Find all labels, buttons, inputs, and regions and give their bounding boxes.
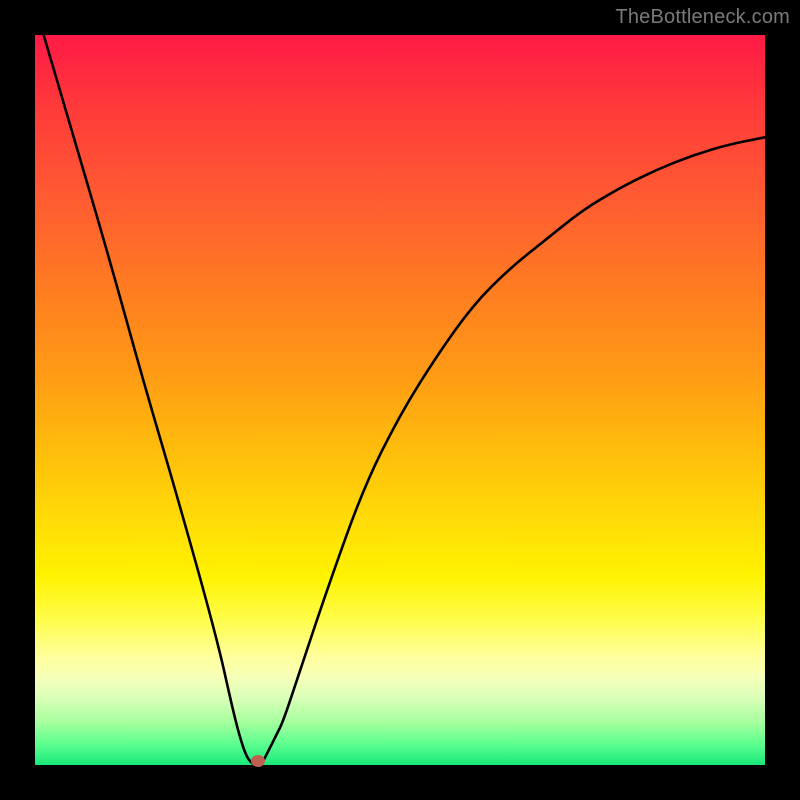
min-marker-dot xyxy=(251,755,265,767)
chart-frame: TheBottleneck.com xyxy=(0,0,800,800)
watermark-label: TheBottleneck.com xyxy=(615,6,790,29)
curve-layer xyxy=(35,35,765,765)
bottleneck-curve-path xyxy=(35,35,765,765)
plot-area xyxy=(35,35,765,765)
